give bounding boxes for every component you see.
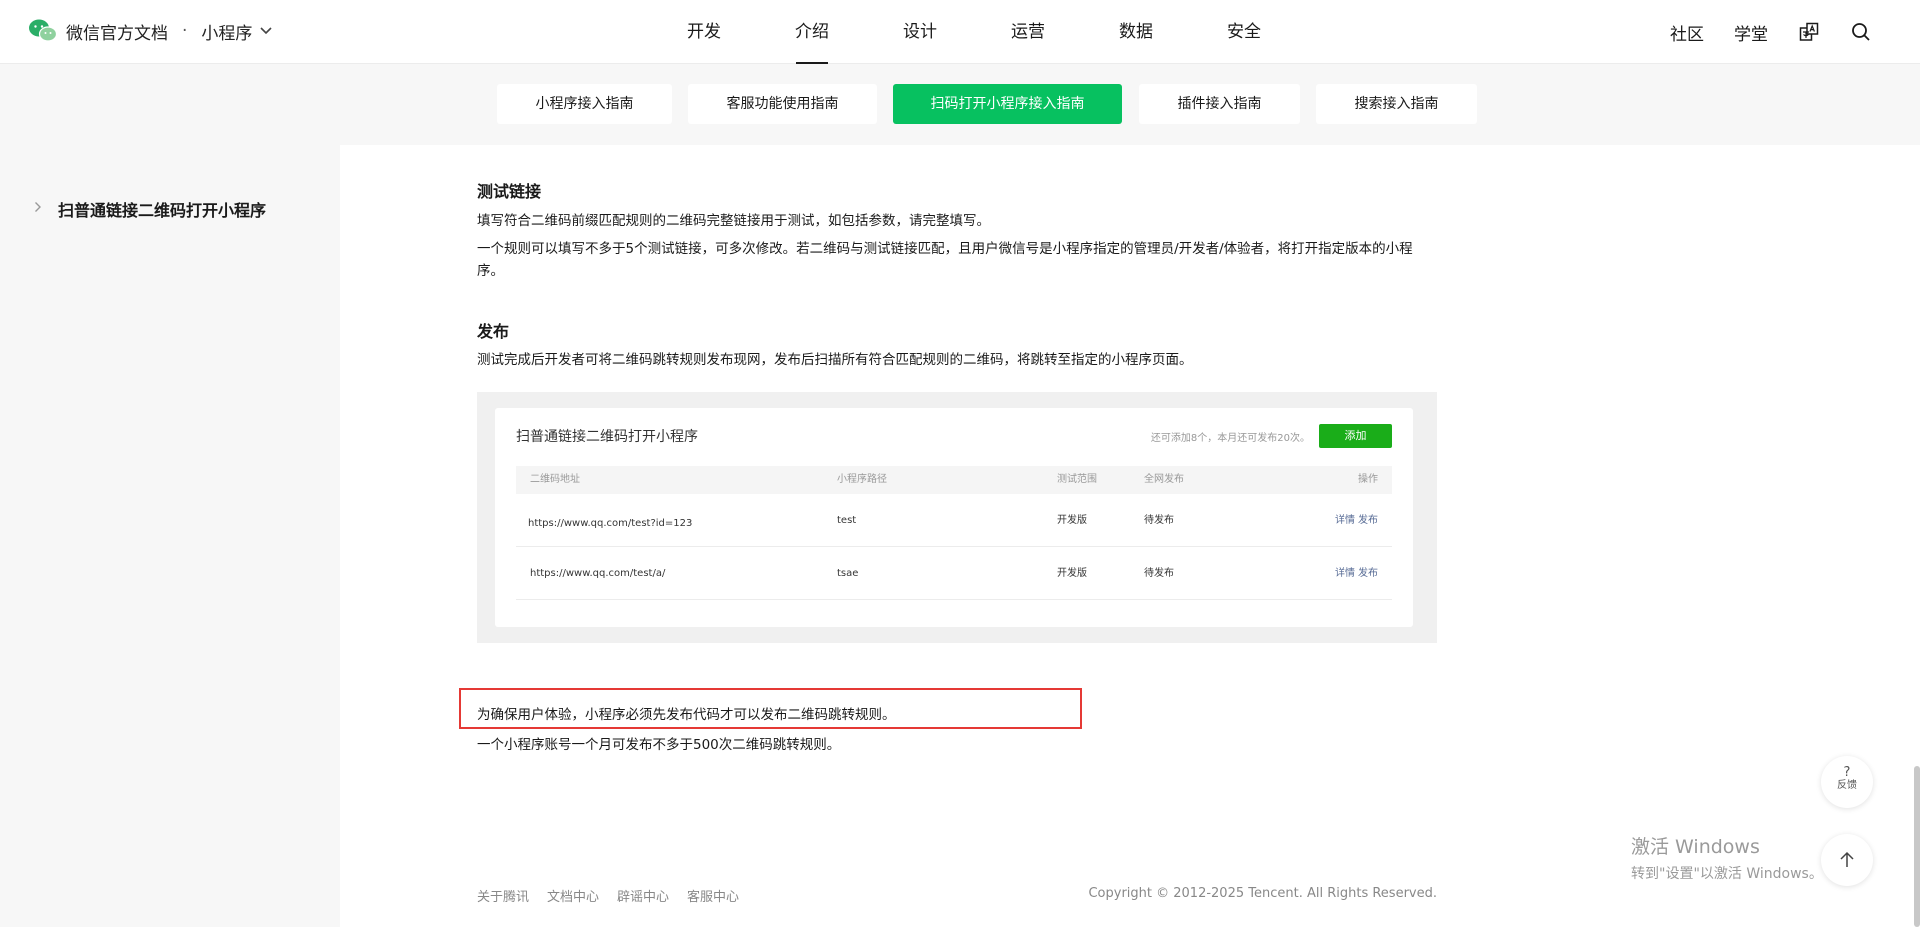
arrow-up-icon <box>1840 851 1854 867</box>
brand-name[interactable]: 微信官方文档 <box>66 19 168 44</box>
tab-scan-qrcode-guide[interactable]: 扫码打开小程序接入指南 <box>893 84 1122 124</box>
footer-link-support[interactable]: 客服中心 <box>687 886 739 905</box>
row-ops: 详情 发布 <box>1332 547 1378 600</box>
chevron-right-icon <box>34 201 42 217</box>
brand[interactable]: 微信官方文档 · 小程序 <box>28 18 272 44</box>
nav-academy[interactable]: 学堂 <box>1734 20 1768 45</box>
row-scope: 开发版 <box>1057 515 1087 526</box>
nav-security[interactable]: 安全 <box>1190 0 1298 64</box>
tab-plugin-guide[interactable]: 插件接入指南 <box>1139 84 1300 124</box>
row-status: 待发布 <box>1144 568 1174 579</box>
footer-link-rumor[interactable]: 辟谣中心 <box>617 886 669 905</box>
nav-design[interactable]: 设计 <box>866 0 974 64</box>
col-ops: 操作 <box>1358 474 1378 485</box>
row-status: 待发布 <box>1144 515 1174 526</box>
translate-icon[interactable] <box>1798 21 1820 43</box>
notice-line-1: 为确保用户体验，小程序必须先发布代码才可以发布二维码跳转规则。 <box>477 707 896 723</box>
add-button[interactable]: 添加 <box>1319 424 1392 448</box>
detail-link[interactable]: 详情 <box>1335 515 1355 526</box>
publish-link[interactable]: 发布 <box>1358 568 1378 579</box>
sidebar-item-scan-link-qrcode[interactable]: 扫普通链接二维码打开小程序 <box>34 197 266 221</box>
brand-section[interactable]: 小程序 <box>201 19 252 44</box>
row-ops: 详情 发布 <box>1332 494 1378 547</box>
brand-separator: · <box>182 21 188 41</box>
publish-link[interactable]: 发布 <box>1358 515 1378 526</box>
back-to-top-button[interactable] <box>1821 834 1873 886</box>
table-row: https://www.qq.com/test?id=123 test 开发版 … <box>516 494 1392 547</box>
windows-activation-watermark: 激活 Windows 转到"设置"以激活 Windows。 <box>1631 832 1823 883</box>
question-icon: ? <box>1843 765 1851 780</box>
col-publish: 全网发布 <box>1144 474 1184 485</box>
card-hint: 还可添加8个，本月还可发布20次。 <box>1150 433 1310 444</box>
nav-data[interactable]: 数据 <box>1082 0 1190 64</box>
tab-search-guide[interactable]: 搜索接入指南 <box>1316 84 1477 124</box>
table-row: https://www.qq.com/test/a/ tsae 开发版 待发布 … <box>516 547 1392 600</box>
col-path: 小程序路径 <box>837 474 887 485</box>
tab-miniprogram-guide[interactable]: 小程序接入指南 <box>497 84 672 124</box>
card-title: 扫普通链接二维码打开小程序 <box>516 429 698 445</box>
rules-table: 二维码地址 小程序路径 测试范围 全网发布 操作 https://www.qq.… <box>516 466 1392 600</box>
footer-link-docs[interactable]: 文档中心 <box>547 886 599 905</box>
row-url: https://www.qq.com/test?id=123 <box>528 518 693 529</box>
test-link-paragraph-2: 一个规则可以填写不多于5个测试链接，可多次修改。若二维码与测试链接匹配，且用户微… <box>477 241 1413 279</box>
activation-subtitle: 转到"设置"以激活 Windows。 <box>1631 866 1823 882</box>
row-url: https://www.qq.com/test/a/ <box>530 568 666 579</box>
notice-line-2: 一个小程序账号一个月可发布不多于500次二维码跳转规则。 <box>477 737 841 753</box>
chevron-down-icon[interactable] <box>260 24 272 38</box>
nav-develop[interactable]: 开发 <box>650 0 758 64</box>
feedback-button[interactable]: ? 反馈 <box>1821 756 1873 808</box>
activation-title: 激活 Windows <box>1631 836 1760 858</box>
search-icon[interactable] <box>1850 21 1872 43</box>
row-path: tsae <box>837 568 859 579</box>
row-scope: 开发版 <box>1057 568 1087 579</box>
test-link-heading: 测试链接 <box>477 182 542 201</box>
col-scope: 测试范围 <box>1057 474 1097 485</box>
nav-community[interactable]: 社区 <box>1670 20 1704 45</box>
row-path: test <box>837 515 857 526</box>
sidebar: 扫普通链接二维码打开小程序 <box>0 145 340 927</box>
table-header: 二维码地址 小程序路径 测试范围 全网发布 操作 <box>516 466 1392 494</box>
test-link-paragraph-1: 填写符合二维码前缀匹配规则的二维码完整链接用于测试，如包括参数，请完整填写。 <box>477 213 990 229</box>
nav-operations[interactable]: 运营 <box>974 0 1082 64</box>
publish-paragraph: 测试完成后开发者可将二维码跳转规则发布现网，发布后扫描所有符合匹配规则的二维码，… <box>477 352 1193 368</box>
nav-intro[interactable]: 介绍 <box>758 0 866 64</box>
screenshot-figure: 扫普通链接二维码打开小程序 还可添加8个，本月还可发布20次。 添加 二维码地址… <box>477 392 1437 643</box>
tab-customer-service-guide[interactable]: 客服功能使用指南 <box>688 84 877 124</box>
footer-links: 关于腾讯 文档中心 辟谣中心 客服中心 <box>477 886 739 905</box>
wechat-logo-icon <box>28 18 58 44</box>
main-nav: 开发 介绍 设计 运营 数据 安全 <box>650 0 1298 64</box>
copyright: Copyright © 2012-2025 Tencent. All Right… <box>1088 886 1437 901</box>
sidebar-item-label: 扫普通链接二维码打开小程序 <box>58 201 267 220</box>
col-qrcode-url: 二维码地址 <box>530 474 580 485</box>
rule-card: 扫普通链接二维码打开小程序 还可添加8个，本月还可发布20次。 添加 二维码地址… <box>495 408 1413 627</box>
publish-heading: 发布 <box>477 322 510 341</box>
top-nav: 微信官方文档 · 小程序 开发 介绍 设计 运营 数据 安全 社区 学堂 <box>0 0 1920 64</box>
footer-link-about[interactable]: 关于腾讯 <box>477 886 529 905</box>
sub-nav: 小程序接入指南 客服功能使用指南 扫码打开小程序接入指南 插件接入指南 搜索接入… <box>0 64 1920 145</box>
right-nav: 社区 学堂 <box>1670 0 1872 64</box>
feedback-label: 反馈 <box>1837 780 1857 791</box>
page-scrollbar[interactable] <box>1914 766 1920 927</box>
detail-link[interactable]: 详情 <box>1335 568 1355 579</box>
